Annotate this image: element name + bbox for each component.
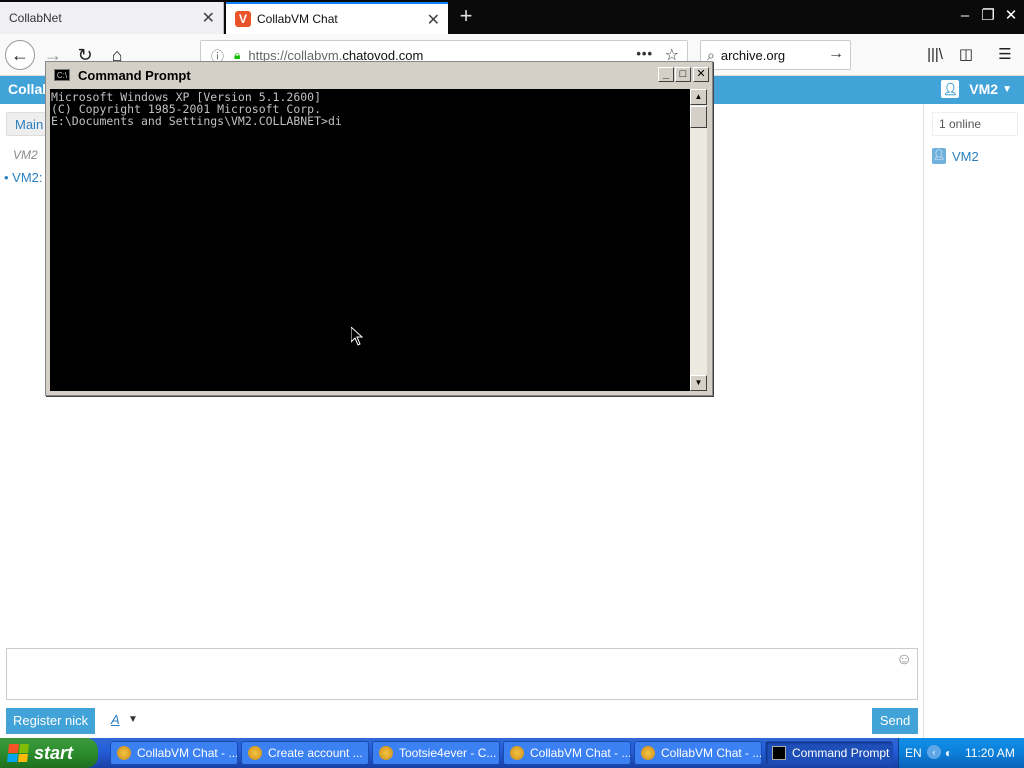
taskbar-item-command-prompt[interactable]: Command Prompt — [765, 741, 893, 765]
mouse-cursor-icon — [351, 327, 363, 346]
chevron-down-icon[interactable]: ▼ — [128, 714, 138, 725]
search-value: archive.org — [720, 47, 786, 63]
close-tab-icon[interactable]: ✕ — [427, 10, 440, 30]
taskbar-item[interactable]: CollabVM Chat - ... — [110, 741, 238, 765]
tab-label: CollabNet — [9, 11, 62, 25]
site-favicon-icon: V — [235, 11, 251, 27]
emoji-icon[interactable]: ☺ — [896, 651, 912, 669]
clock: 11:20 AM — [965, 746, 1015, 760]
windows-taskbar: start CollabVM Chat - ... Create account… — [0, 738, 1024, 768]
taskbar-item[interactable]: Create account ... — [241, 741, 369, 765]
tab-collabnet[interactable]: CollabNet ✕ — [0, 2, 224, 34]
online-users-panel: 1 online 👤︎ VM2 — [923, 104, 1024, 738]
online-user-item[interactable]: 👤︎ VM2 — [932, 148, 979, 164]
taskbar-item[interactable]: CollabVM Chat - ... — [634, 741, 762, 765]
start-button[interactable]: start — [0, 738, 98, 768]
user-menu-label: VM2 — [969, 81, 999, 97]
tab-collabvm-chat[interactable]: V CollabVM Chat ✕ — [226, 2, 448, 34]
taskbar-item-label: Create account ... — [268, 746, 363, 760]
vm-icon — [510, 746, 524, 760]
taskbar-item-label: CollabVM Chat - ... — [661, 746, 762, 760]
library-icon[interactable]: |||\ — [922, 42, 948, 68]
cmd-maximize-icon[interactable]: □ — [675, 67, 691, 82]
vm-icon — [379, 746, 393, 760]
scroll-up-arrow-icon[interactable]: ▲ — [690, 89, 707, 105]
cmd-close-icon[interactable]: ✕ — [693, 67, 709, 82]
language-indicator[interactable]: EN — [905, 746, 922, 760]
user-menu[interactable]: 👤︎ VM2 ▼ — [941, 80, 1012, 98]
cmd-titlebar[interactable]: C:\ Command Prompt _ □ ✕ — [48, 64, 710, 86]
text-format-button[interactable]: A — [111, 712, 120, 727]
send-button[interactable]: Send — [872, 708, 918, 734]
tray-app-icon[interactable]: ◐ — [945, 746, 952, 760]
taskbar-item-label: Command Prompt — [792, 746, 890, 760]
menu-hamburger-icon[interactable]: ☰ — [992, 42, 1018, 68]
scroll-thumb[interactable] — [690, 106, 707, 128]
cmd-icon — [772, 746, 786, 760]
taskbar-item-label: CollabVM Chat - ... — [530, 746, 631, 760]
vm-icon — [117, 746, 131, 760]
cmd-console-output[interactable]: Microsoft Windows XP [Version 5.1.2600](… — [50, 89, 690, 391]
taskbar-item-label: Tootsie4ever - C... — [399, 746, 497, 760]
close-tab-icon[interactable]: ✕ — [202, 8, 215, 28]
cmd-scrollbar[interactable]: ▲ ▼ — [690, 89, 707, 391]
page-actions-icon[interactable]: ••• — [636, 46, 653, 61]
back-arrow-icon[interactable]: ← — [5, 40, 35, 70]
user-icon: 👤︎ — [932, 148, 946, 164]
command-prompt-window[interactable]: C:\ Command Prompt _ □ ✕ Microsoft Windo… — [45, 61, 713, 396]
chat-message-author[interactable]: • VM2: — [4, 170, 43, 185]
browser-tab-strip: CollabNet ✕ V CollabVM Chat ✕ + – ❐ ✕ — [0, 0, 1024, 34]
room-label: VM2 — [13, 148, 38, 162]
vm-icon — [248, 746, 262, 760]
cmd-minimize-icon[interactable]: _ — [658, 67, 674, 82]
cmd-title: Command Prompt — [78, 67, 191, 83]
tab-label: CollabVM Chat — [257, 12, 338, 26]
online-count: 1 online — [932, 112, 1018, 136]
taskbar-item[interactable]: Tootsie4ever - C... — [372, 741, 500, 765]
user-icon: 👤︎ — [941, 80, 960, 98]
scroll-down-arrow-icon[interactable]: ▼ — [690, 375, 707, 391]
taskbar-item-label: CollabVM Chat - ... — [137, 746, 238, 760]
chevron-down-icon: ▼ — [1002, 83, 1012, 95]
online-user-name: VM2 — [952, 148, 979, 164]
close-window-icon[interactable]: ✕ — [1000, 4, 1022, 28]
sidebar-toggle-icon[interactable]: ◫ — [953, 42, 979, 68]
windows-logo-icon — [7, 744, 29, 762]
system-tray: EN ‹ ◐ 11:20 AM — [898, 738, 1024, 768]
chat-message-input[interactable] — [6, 648, 918, 700]
search-input[interactable]: ⌕ archive.org → — [700, 40, 851, 70]
tray-expand-icon[interactable]: ‹ — [927, 745, 941, 759]
register-nick-button[interactable]: Register nick — [6, 708, 96, 734]
search-go-arrow-icon[interactable]: → — [828, 45, 844, 63]
start-label: start — [34, 742, 74, 763]
cmd-app-icon: C:\ — [54, 69, 70, 81]
console-line: E:\Documents and Settings\VM2.COLLABNET>… — [51, 114, 342, 128]
taskbar-item[interactable]: CollabVM Chat - ... — [503, 741, 631, 765]
new-tab-icon[interactable]: + — [452, 2, 480, 32]
restore-window-icon[interactable]: ❐ — [977, 4, 999, 28]
minimize-window-icon[interactable]: – — [954, 4, 976, 28]
vm-icon — [641, 746, 655, 760]
